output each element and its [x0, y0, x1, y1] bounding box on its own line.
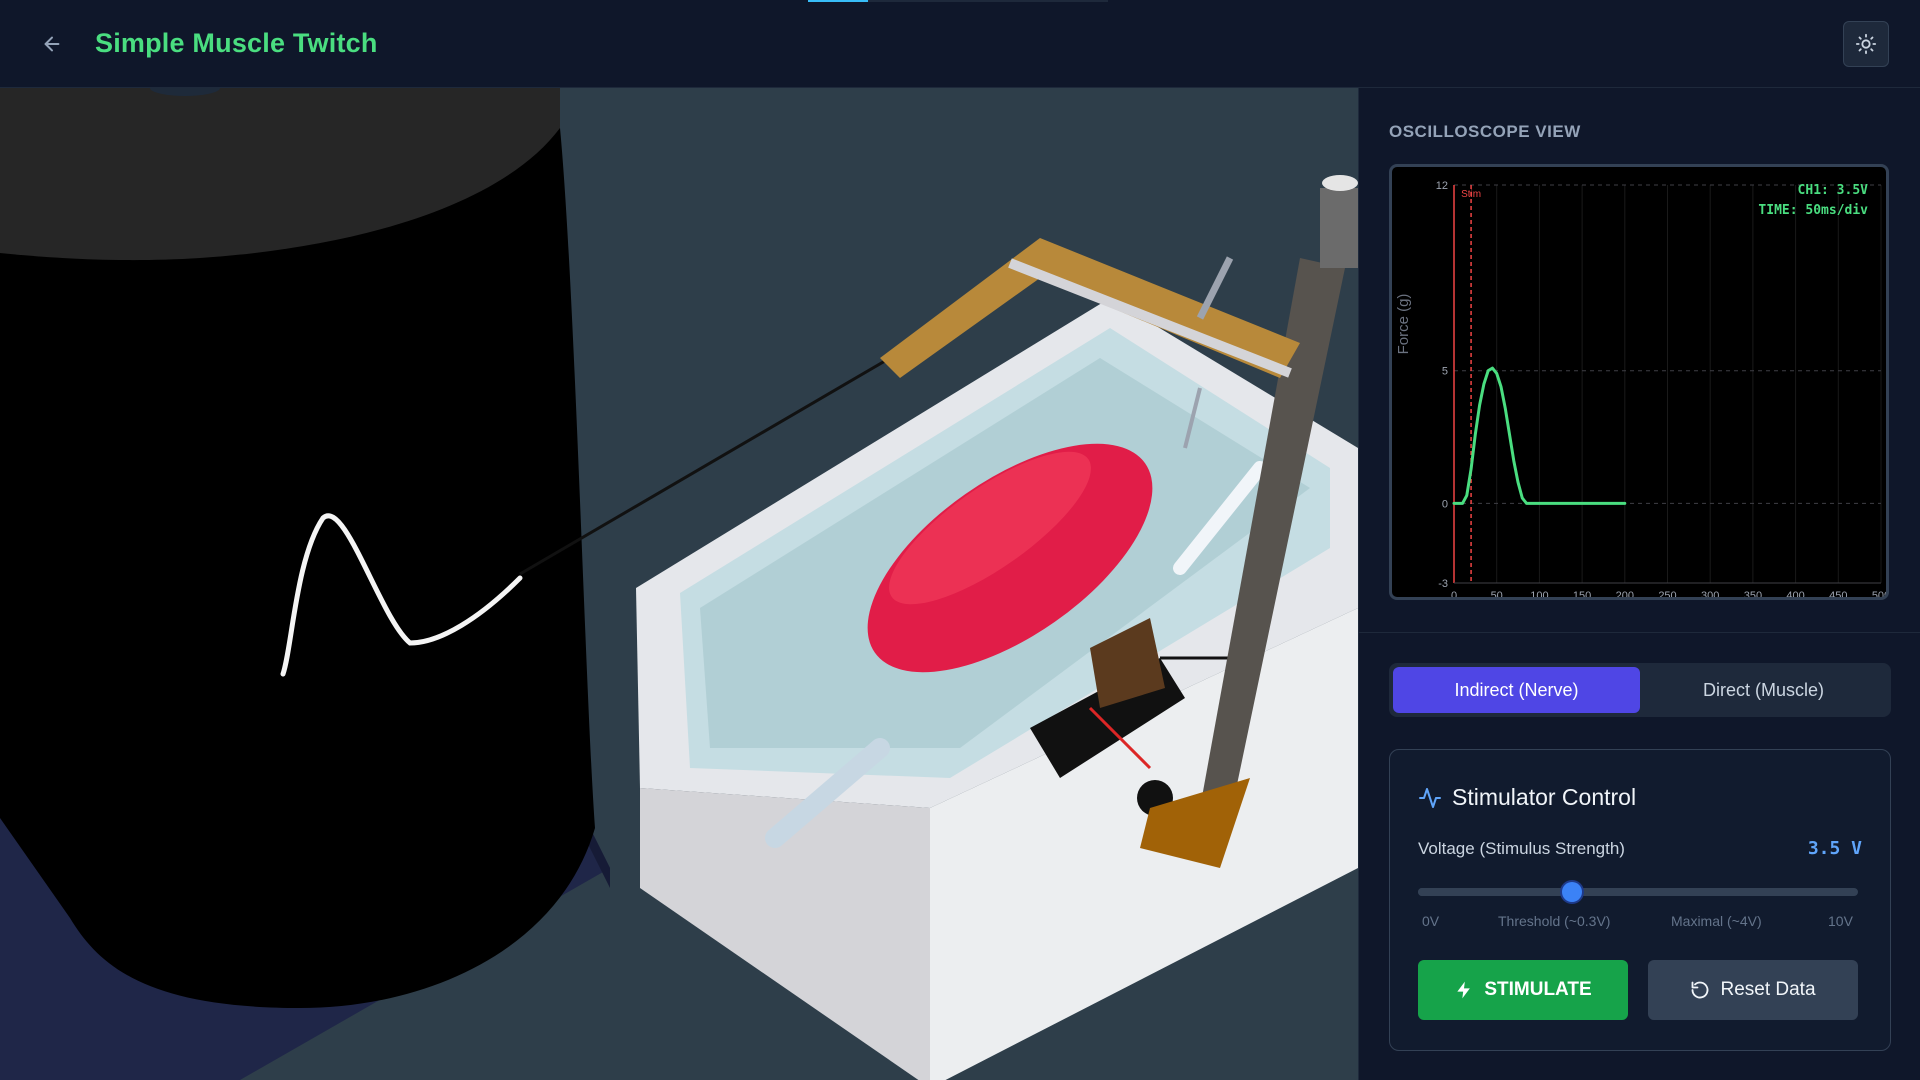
scene-illustration: [0, 88, 1358, 1080]
mode-direct-button[interactable]: Direct (Muscle): [1640, 667, 1887, 713]
x-tick-label: 50: [1491, 590, 1503, 597]
tick-min: 0V: [1422, 913, 1440, 929]
x-tick-label: 300: [1701, 590, 1719, 597]
y-axis-label: Force (g): [1395, 294, 1412, 355]
rotate-ccw-icon: [1692, 981, 1709, 999]
loading-bar: [808, 0, 1108, 2]
top-bar: Simple Muscle Twitch: [0, 0, 1920, 88]
oscilloscope-chart: 0501001502002503003504004505001250-3Forc…: [1395, 180, 1886, 597]
stimulator-header: Stimulator Control: [1418, 784, 1636, 811]
voltage-value: 3.5 V: [1807, 838, 1862, 859]
app-root: Simple Muscle Twitch OSCILLOSCOPE VIEW 0…: [0, 0, 1920, 1080]
3d-scene-viewport[interactable]: [0, 88, 1358, 1080]
y-tick-label: 0: [1442, 498, 1448, 510]
bolt-icon: [1457, 981, 1471, 999]
stimulator-title: Stimulator Control: [1452, 784, 1637, 810]
stimulation-mode-toggle: Indirect (Nerve) Direct (Muscle): [1389, 663, 1891, 717]
mode-indirect-button[interactable]: Indirect (Nerve): [1393, 667, 1640, 713]
y-tick-label: 5: [1442, 366, 1448, 378]
control-panel: OSCILLOSCOPE VIEW 0 50 100 150 200 250 300 350 4…: [1358, 88, 1920, 1080]
tick-threshold: Threshold (~0.3V): [1498, 913, 1611, 929]
voltage-slider[interactable]: [1418, 882, 1858, 902]
x-tick-label: 500: [1872, 590, 1886, 597]
x-tick-label: 150: [1573, 590, 1591, 597]
stimulate-label: STIMULATE: [1484, 979, 1592, 1000]
panel-divider: [1359, 632, 1920, 633]
x-tick-label: 200: [1616, 590, 1634, 597]
x-tick-label: 400: [1786, 590, 1804, 597]
x-tick-label: 250: [1658, 590, 1676, 597]
stim-marker-label: Stim: [1461, 189, 1481, 200]
page-title: Simple Muscle Twitch: [95, 28, 378, 58]
back-button[interactable]: [34, 26, 70, 62]
arrow-left-icon: [44, 36, 60, 52]
slider-fill: [1418, 888, 1572, 896]
x-tick-label: 100: [1530, 590, 1548, 597]
oscilloscope-display: 0501001502002503003504004505001250-3Forc…: [1389, 164, 1889, 600]
stimulator-card: Stimulator Control Voltage (Stimulus Str…: [1389, 749, 1891, 1051]
time-readout: TIME: 50ms/div: [1758, 203, 1868, 218]
x-tick-label: 450: [1829, 590, 1847, 597]
reset-label: Reset Data: [1720, 979, 1816, 1000]
theme-toggle-button[interactable]: [1843, 21, 1889, 67]
stimulate-button[interactable]: STIMULATE: [1418, 960, 1628, 1020]
y-tick-label: 12: [1436, 180, 1448, 192]
y-tick-label: -3: [1438, 578, 1448, 590]
voltage-label: Voltage (Stimulus Strength): [1418, 839, 1625, 858]
x-tick-label: 0: [1451, 590, 1457, 597]
action-buttons: STIMULATE Reset Data: [1418, 960, 1858, 1020]
activity-icon: [1419, 787, 1441, 808]
sun-icon: [1855, 33, 1877, 55]
tick-max: 10V: [1828, 913, 1853, 929]
channel-readout: CH1: 3.5V: [1797, 183, 1868, 198]
oscilloscope-readout: CH1: 3.5V TIME: 50ms/div: [1758, 181, 1868, 221]
x-tick-label: 350: [1744, 590, 1762, 597]
reset-data-button[interactable]: Reset Data: [1648, 960, 1858, 1020]
tick-maximal: Maximal (~4V): [1671, 913, 1762, 929]
oscilloscope-heading: OSCILLOSCOPE VIEW: [1389, 122, 1581, 141]
slider-thumb[interactable]: [1562, 882, 1582, 902]
